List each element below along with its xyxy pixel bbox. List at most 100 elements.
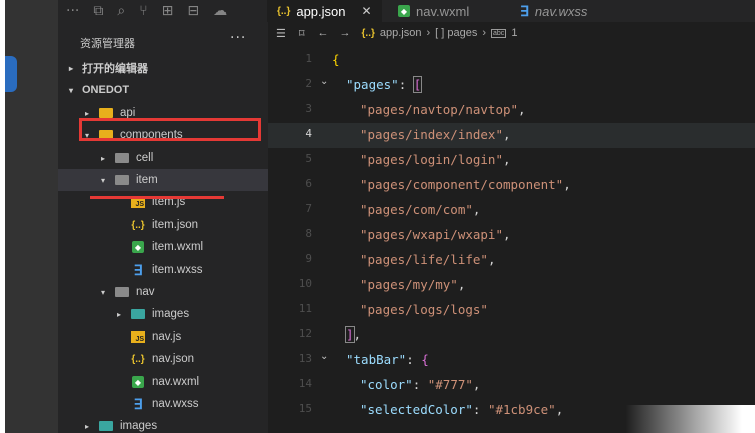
separator-token: : bbox=[406, 352, 422, 367]
chevron-right-icon: ▸ bbox=[116, 309, 121, 319]
line-number: 5 bbox=[305, 152, 312, 165]
line-number: 4 bbox=[305, 127, 312, 140]
string-token: "pages/component/component" bbox=[360, 177, 564, 192]
tree-item-label: ONEDOT bbox=[82, 84, 130, 96]
forward-arrow-icon[interactable]: → bbox=[340, 27, 351, 39]
folder-shape bbox=[99, 421, 113, 431]
tree-item-label: item.wxss bbox=[152, 264, 203, 276]
outline-icon[interactable]: ☰ bbox=[276, 27, 286, 40]
code-line[interactable]: 13 ⌄ "tabBar": { bbox=[268, 348, 755, 373]
line-number: 9 bbox=[305, 252, 312, 265]
string-token: "pages/my/my" bbox=[360, 277, 458, 292]
breadcrumb-pages[interactable]: [ ] pages bbox=[435, 27, 477, 39]
code-text: "pages/life/life", bbox=[360, 252, 495, 267]
code-line[interactable]: 8 "pages/wxapi/wxapi", bbox=[268, 223, 755, 248]
json-badge: {..} bbox=[131, 353, 145, 365]
string-token: "pages/wxapi/wxapi" bbox=[360, 227, 503, 242]
code-text: "pages/wxapi/wxapi", bbox=[360, 227, 511, 242]
tree-folder[interactable]: ▾ nav bbox=[58, 281, 268, 303]
chevron-right-icon: ▸ bbox=[100, 153, 105, 163]
key-token: "tabBar" bbox=[346, 352, 407, 367]
search-icon[interactable]: ⌕ bbox=[117, 4, 125, 18]
code-text: "pages/component/component", bbox=[360, 177, 571, 192]
tree-file[interactable]: ∃ item.wxss bbox=[58, 259, 268, 281]
tree-file[interactable]: ∃ nav.wxss bbox=[58, 393, 268, 415]
tree-folder[interactable]: ▸ cell bbox=[58, 147, 268, 169]
top-bar: ··· ⧉ ⌕ ⑂ ⊞ ⊟ ☁ {..} app.json ✕ ◆ nav.wx… bbox=[58, 0, 755, 22]
chevron-right-icon: ▸ bbox=[84, 108, 89, 118]
code-line[interactable]: 3 "pages/navtop/navtop", bbox=[268, 98, 755, 123]
extension-icon[interactable] bbox=[5, 56, 17, 92]
code-line[interactable]: 10 "pages/my/my", bbox=[268, 273, 755, 298]
tree-folder[interactable]: ▸ images bbox=[58, 415, 268, 433]
value-token: "#777" bbox=[427, 377, 473, 392]
tab-nav-wxml[interactable]: ◆ nav.wxml bbox=[388, 0, 479, 22]
fold-chevron-icon[interactable]: ⌄ bbox=[320, 351, 328, 362]
ide-window: ··· ⧉ ⌕ ⑂ ⊞ ⊟ ☁ {..} app.json ✕ ◆ nav.wx… bbox=[5, 0, 755, 433]
punctuation-token: , bbox=[518, 102, 526, 117]
folder-icon bbox=[130, 307, 146, 321]
tree-file[interactable]: JS nav.js bbox=[58, 326, 268, 348]
code-line[interactable]: 11 "pages/logs/logs" bbox=[268, 298, 755, 323]
tree-file[interactable]: {..} item.json bbox=[58, 214, 268, 236]
tree-file[interactable]: {..} nav.json bbox=[58, 348, 268, 370]
save-icon[interactable]: ⊟ bbox=[187, 4, 199, 18]
tree-file[interactable]: JS item.js bbox=[58, 191, 268, 213]
tree-folder[interactable]: ▾ item bbox=[58, 169, 268, 191]
breadcrumb-file[interactable]: app.json bbox=[380, 27, 422, 39]
tab-app-json[interactable]: {..} app.json ✕ bbox=[267, 0, 382, 22]
code-line[interactable]: 6 "pages/component/component", bbox=[268, 173, 755, 198]
code-line[interactable]: 7 "pages/com/com", bbox=[268, 198, 755, 223]
code-text: "pages/logs/logs" bbox=[360, 302, 488, 317]
folder-shape bbox=[115, 153, 129, 163]
section-header[interactable]: ▸ 打开的编辑器 bbox=[58, 57, 268, 79]
back-arrow-icon[interactable]: ← bbox=[318, 27, 329, 39]
source-control-icon[interactable]: ⑂ bbox=[139, 4, 147, 18]
highlight-underline bbox=[90, 196, 224, 199]
bookmark-icon[interactable]: ⌑ bbox=[299, 27, 305, 40]
cloud-icon[interactable]: ☁ bbox=[213, 4, 227, 18]
code-line[interactable]: 12], bbox=[268, 323, 755, 348]
tree-file[interactable]: ◆ nav.wxml bbox=[58, 371, 268, 393]
code-line[interactable]: 9 "pages/life/life", bbox=[268, 248, 755, 273]
folder-icon bbox=[98, 419, 114, 433]
line-number: 11 bbox=[298, 302, 312, 315]
bracket-token: { bbox=[421, 352, 429, 367]
js-badge: JS bbox=[131, 331, 145, 343]
tree-item-label: 打开的编辑器 bbox=[82, 63, 148, 75]
tab-nav-wxss[interactable]: ∃ nav.wxss bbox=[510, 0, 597, 22]
breadcrumb-index[interactable]: 1 bbox=[511, 27, 517, 39]
tab-label: app.json bbox=[296, 3, 346, 19]
tree-item-label: nav.wxml bbox=[152, 376, 200, 388]
more-actions-icon[interactable]: ··· bbox=[230, 30, 246, 46]
line-number: 7 bbox=[305, 202, 312, 215]
line-number: 2 bbox=[305, 77, 312, 90]
wxml-icon: ◆ bbox=[130, 375, 146, 389]
more-icon[interactable]: ··· bbox=[66, 4, 79, 18]
string-token: "pages/navtop/navtop" bbox=[360, 102, 519, 117]
separator-token: : bbox=[412, 377, 428, 392]
code-line[interactable]: 4 "pages/index/index", bbox=[268, 123, 755, 148]
line-number: 6 bbox=[305, 177, 312, 190]
explorer-title: 资源管理器 bbox=[80, 37, 135, 50]
extensions-icon[interactable]: ⊞ bbox=[162, 4, 174, 18]
code-editor[interactable]: ☰ ⌑ ← → {..} app.json › [ ] pages › abc … bbox=[268, 22, 755, 433]
fold-chevron-icon[interactable]: ⌄ bbox=[320, 76, 328, 87]
punctuation-token: , bbox=[555, 402, 564, 417]
files-icon[interactable]: ⧉ bbox=[93, 4, 103, 18]
tree-folder[interactable]: ▸ images bbox=[58, 303, 268, 325]
close-icon[interactable]: ✕ bbox=[362, 4, 372, 18]
wxss-badge: ∃ bbox=[133, 261, 143, 278]
punctuation-token: , bbox=[472, 202, 481, 217]
tree-file[interactable]: ◆ item.wxml bbox=[58, 236, 268, 258]
tab-label: nav.wxml bbox=[416, 3, 470, 19]
code-line[interactable]: 1{ bbox=[268, 48, 755, 73]
code-line[interactable]: 2 ⌄ "pages": [ bbox=[268, 73, 755, 98]
punctuation-token: , bbox=[487, 252, 496, 267]
folder-open-icon bbox=[114, 173, 130, 187]
punctuation-token: , bbox=[563, 177, 571, 192]
code-line[interactable]: 14 "color": "#777", bbox=[268, 373, 755, 398]
code-line[interactable]: 5 "pages/login/login", bbox=[268, 148, 755, 173]
explorer-sidebar: 资源管理器 ··· ▸ 打开的编辑器 ▾ ONEDOT ▸ api ▾ components ▸… bbox=[58, 22, 268, 433]
section-header[interactable]: ▾ ONEDOT bbox=[58, 79, 268, 101]
